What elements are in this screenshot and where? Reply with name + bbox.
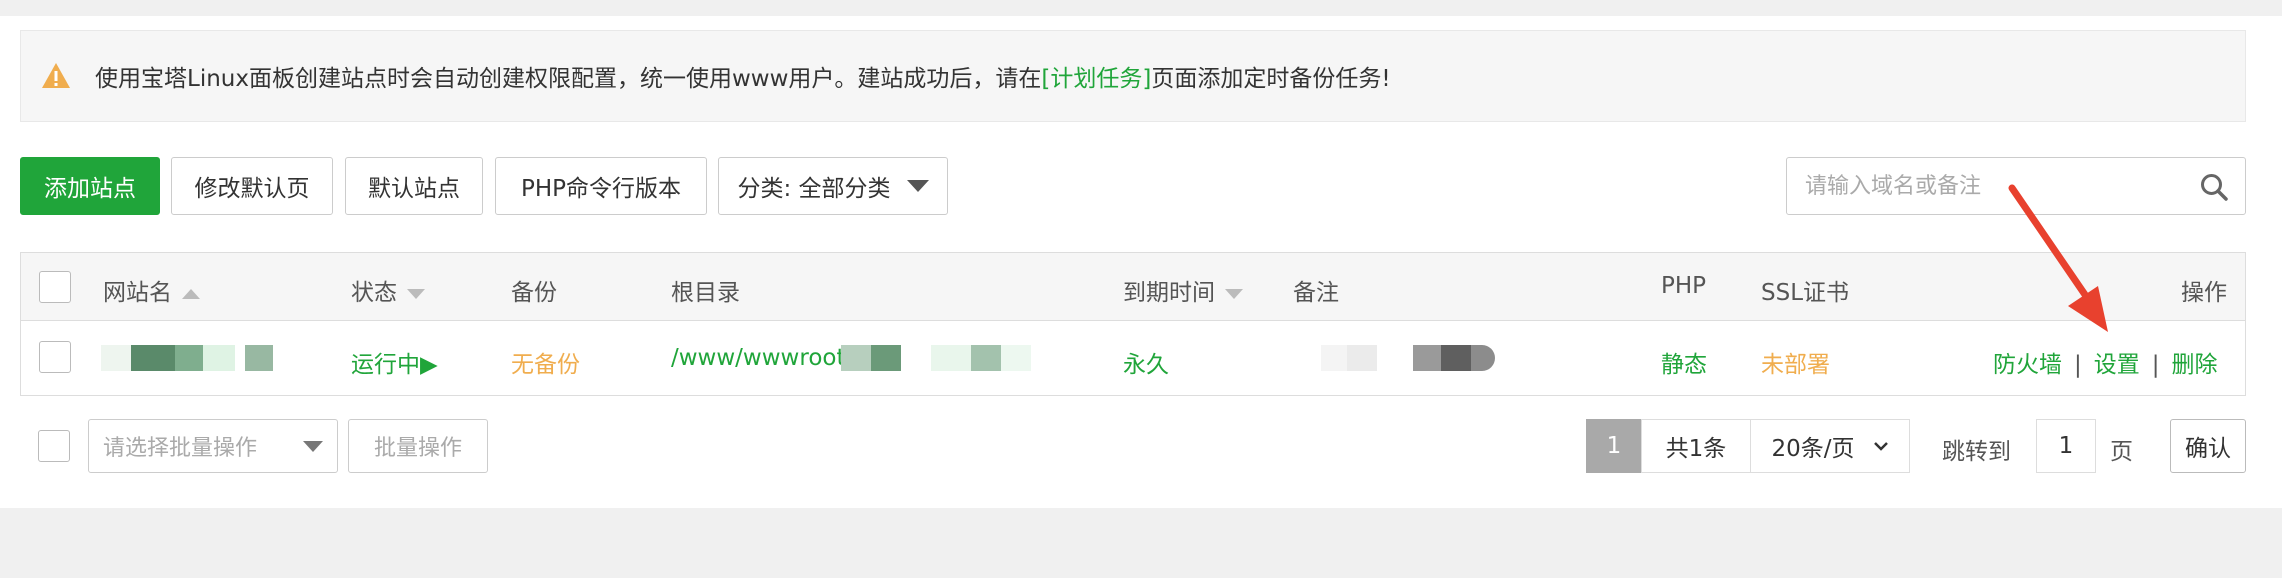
confirm-jump-button[interactable]: 确认 xyxy=(2170,419,2246,473)
firewall-link[interactable]: 防火墙 xyxy=(1993,352,2062,378)
batch-operation-button[interactable]: 批量操作 xyxy=(348,419,488,473)
header-actions: 操作 xyxy=(2181,280,2227,306)
jump-to-label: 跳转到 xyxy=(1942,439,2011,465)
batch-operation-select[interactable]: 请选择批量操作 xyxy=(88,419,338,473)
expire-value[interactable]: 永久 xyxy=(1123,345,1169,379)
header-ssl: SSL证书 xyxy=(1761,280,1850,306)
footer-select-all-checkbox[interactable] xyxy=(38,430,70,462)
page-unit-label: 页 xyxy=(2110,439,2133,465)
cron-task-link[interactable]: [计划任务] xyxy=(1041,66,1151,92)
header-root-dir: 根目录 xyxy=(671,280,740,306)
header-status-label: 状态 xyxy=(351,280,397,306)
header-expire[interactable]: 到期时间 xyxy=(1123,273,1243,307)
chevron-down-icon xyxy=(1873,442,1888,451)
table-header: 网站名 状态 备份 根目录 到期时间 备注 PHP SSL证书 操作 xyxy=(21,253,2245,321)
header-backup: 备份 xyxy=(511,280,557,306)
backup-link[interactable]: 无备份 xyxy=(511,345,580,379)
header-php: PHP xyxy=(1661,273,1707,299)
search-input[interactable] xyxy=(1805,158,2185,214)
php-cli-version-button[interactable]: PHP命令行版本 xyxy=(495,157,707,215)
per-page-select[interactable]: 20条/页 xyxy=(1750,419,1910,473)
action-separator: | xyxy=(2151,352,2160,378)
per-page-label: 20条/页 xyxy=(1771,436,1855,462)
default-site-button[interactable]: 默认站点 xyxy=(345,157,483,215)
warning-icon xyxy=(42,63,70,88)
php-version-link[interactable]: 静态 xyxy=(1661,345,1707,379)
modify-default-page-button[interactable]: 修改默认页 xyxy=(171,157,333,215)
total-count: 共1条 xyxy=(1641,419,1751,473)
page-current[interactable]: 1 xyxy=(1586,419,1642,473)
row-actions: 防火墙 | 设置 | 删除 xyxy=(1993,345,2218,379)
ssl-status-link[interactable]: 未部署 xyxy=(1761,345,1830,379)
root-dir-link[interactable]: /www/wwwroot/ xyxy=(671,345,853,371)
sort-desc-icon xyxy=(407,288,425,299)
search-icon[interactable] xyxy=(2199,172,2229,202)
sort-asc-icon xyxy=(182,288,200,299)
action-separator: | xyxy=(2074,352,2082,378)
category-select-label: 分类: 全部分类 xyxy=(737,176,891,202)
notice-banner: 使用宝塔Linux面板创建站点时会自动创建权限配置，统一使用www用户。建站成功… xyxy=(20,30,2246,122)
header-site-name-label: 网站名 xyxy=(103,280,172,306)
sort-desc-icon xyxy=(1225,288,1243,299)
delete-link[interactable]: 删除 xyxy=(2172,352,2218,378)
notice-text: 使用宝塔Linux面板创建站点时会自动创建权限配置，统一使用www用户。建站成功… xyxy=(95,59,1391,93)
batch-operation-placeholder: 请选择批量操作 xyxy=(103,436,258,461)
notice-text-after: 页面添加定时备份任务! xyxy=(1151,66,1391,92)
header-remark: 备注 xyxy=(1293,280,1339,306)
status-running-toggle[interactable]: 运行中▶ xyxy=(351,345,438,379)
settings-link[interactable]: 设置 xyxy=(2094,352,2140,378)
category-select[interactable]: 分类: 全部分类 xyxy=(718,157,948,215)
search-box xyxy=(1786,157,2246,215)
chevron-down-icon xyxy=(906,180,929,192)
header-expire-label: 到期时间 xyxy=(1123,280,1215,306)
add-site-button[interactable]: 添加站点 xyxy=(20,157,160,215)
header-status[interactable]: 状态 xyxy=(351,273,425,307)
select-all-checkbox[interactable] xyxy=(39,271,71,303)
notice-text-before: 使用宝塔Linux面板创建站点时会自动创建权限配置，统一使用www用户。建站成功… xyxy=(95,66,1042,92)
site-table: 网站名 状态 备份 根目录 到期时间 备注 PHP SSL证书 操作 运行中▶ … xyxy=(20,252,2246,396)
chevron-down-icon xyxy=(303,441,323,452)
header-site-name[interactable]: 网站名 xyxy=(103,273,200,307)
page-jump-input[interactable]: 1 xyxy=(2036,419,2096,473)
row-checkbox[interactable] xyxy=(39,341,71,373)
